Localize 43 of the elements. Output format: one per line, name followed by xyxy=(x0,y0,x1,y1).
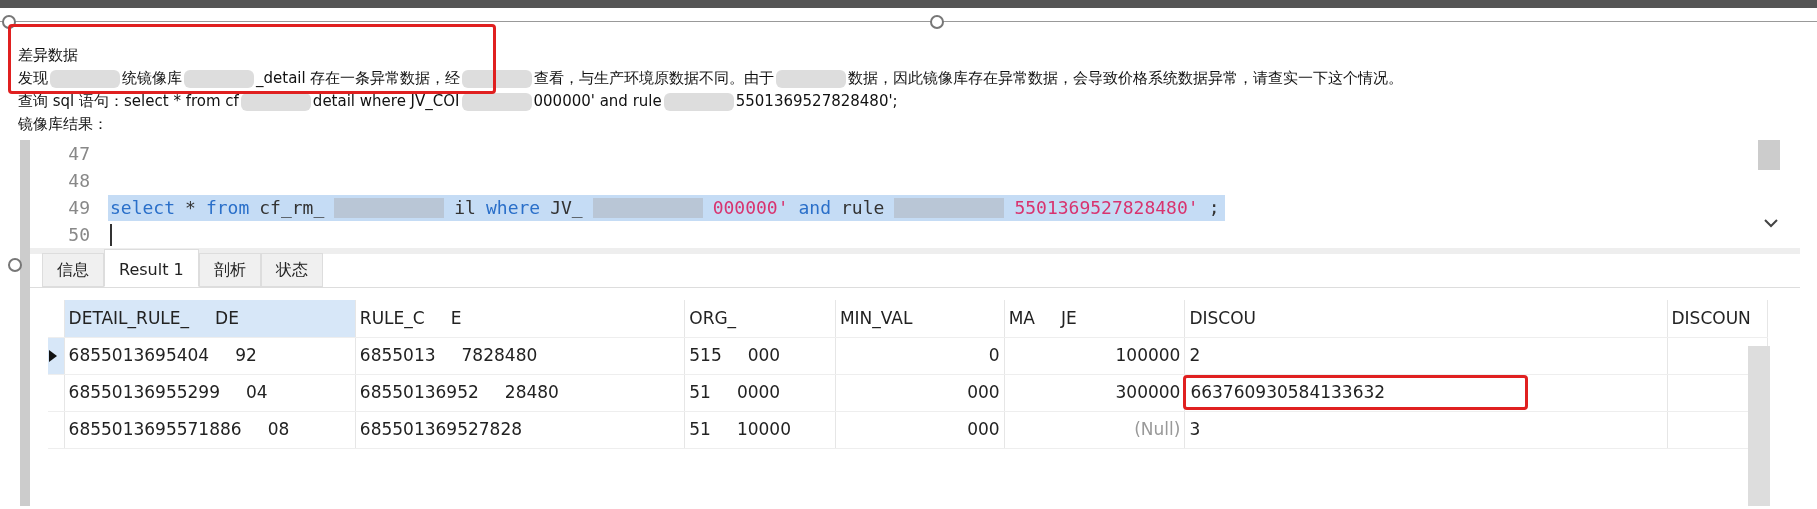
tab[interactable]: Result 1 xyxy=(104,249,199,287)
highlighted-cell-value: 663760930584133632 xyxy=(1183,374,1529,411)
cell-text: 3 xyxy=(1189,418,1201,439)
resize-handle[interactable] xyxy=(8,258,22,272)
cell-text: 2 xyxy=(1189,344,1201,365)
cell-text: (Null) xyxy=(1134,418,1181,439)
document-title: 差异数据 xyxy=(18,45,78,66)
row-pointer-icon xyxy=(48,348,58,363)
resize-handle[interactable] xyxy=(2,15,16,29)
column-header[interactable]: ORG_ xyxy=(684,300,836,337)
cell-text: 6855013695571886 08 xyxy=(68,418,290,439)
cell-text: 6855013695404 92 xyxy=(68,344,257,365)
cell-text: 100000 xyxy=(1115,344,1181,365)
tab[interactable]: 剖析 xyxy=(198,253,261,287)
chevron-down-icon[interactable] xyxy=(1762,216,1780,230)
line-number: 49 xyxy=(67,196,91,220)
cell-text: 000 xyxy=(967,381,1000,402)
line-number: 50 xyxy=(67,223,91,247)
line-number: 48 xyxy=(67,169,91,193)
column-header[interactable]: MA JE xyxy=(1004,300,1185,337)
cell-text: 51 0000 xyxy=(689,381,781,402)
cell-text: 6855013 7828480 xyxy=(359,344,538,365)
column-header[interactable]: DETAIL_RULE_ DE xyxy=(64,300,356,337)
cell-text: 51 10000 xyxy=(689,418,791,439)
cell-text: 0 xyxy=(988,344,1000,365)
line-number: 47 xyxy=(67,142,91,166)
cell-text: 685501369527828 xyxy=(359,418,523,439)
column-header[interactable]: DISCOU xyxy=(1184,300,1667,337)
column-header[interactable]: MIN_VAL xyxy=(835,300,1005,337)
paragraph-line: 查询 sql 语句：select * from cf detail where JV_COI 000000' and rule 5501369527828480'; xyxy=(18,91,898,113)
cell-text: 515 000 xyxy=(689,344,781,365)
tab[interactable]: 信息 xyxy=(42,253,104,287)
cell-text: 300000 xyxy=(1115,381,1181,402)
cell-text: 68550136952 28480 xyxy=(359,381,559,402)
column-header[interactable]: DISCOUN xyxy=(1667,300,1768,337)
tab[interactable]: 状态 xyxy=(260,253,323,287)
paragraph-line: 镜像库结果： xyxy=(18,114,108,135)
scrollbar-thumb[interactable] xyxy=(1758,140,1780,170)
paragraph-line: 发现 统镜像库 _detail 存在一条异常数据，经 查看，与生产环境原数据不同。由于 数据，因此镜像库存在异常数据，会导致价格系统数据异常，请查实一下这个情况。 xyxy=(18,68,1404,90)
cell-text: 000 xyxy=(967,418,1000,439)
column-header[interactable]: RULE_C E xyxy=(355,300,685,337)
resize-handle[interactable] xyxy=(930,15,944,29)
cell-text: 68550136955299 04 xyxy=(68,381,268,402)
